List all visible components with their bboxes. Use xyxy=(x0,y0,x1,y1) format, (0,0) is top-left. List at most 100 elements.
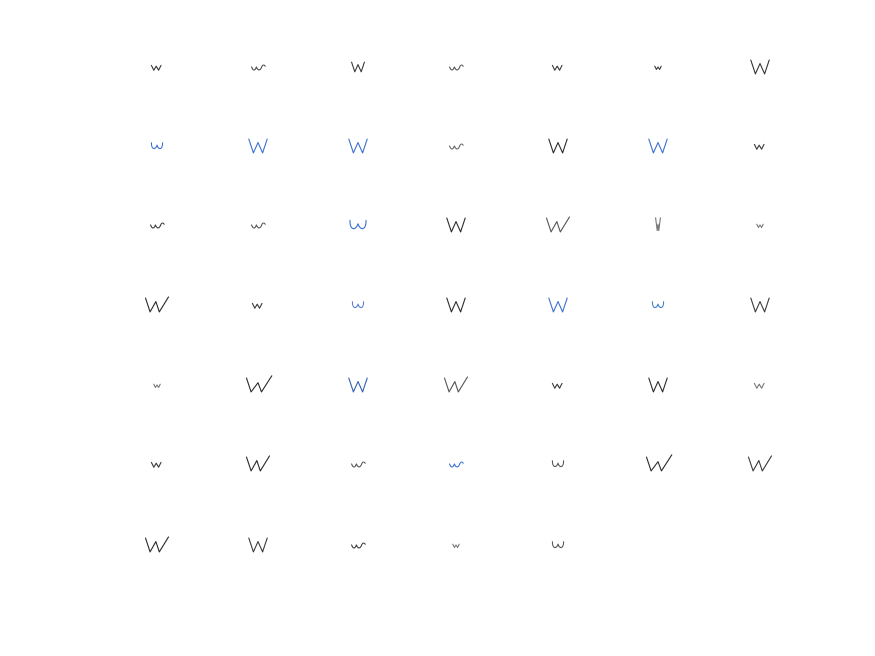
handwritten-w-glyph xyxy=(551,541,565,549)
handwritten-w-glyph xyxy=(750,297,770,313)
handwritten-w-glyph xyxy=(351,461,366,468)
handwritten-w-glyph xyxy=(351,301,365,309)
handwriting-sample xyxy=(730,360,790,410)
glyph-stroke xyxy=(449,143,464,150)
handwriting-sample xyxy=(426,520,486,570)
handwriting-sample xyxy=(127,360,187,410)
glyph-stroke xyxy=(248,138,268,154)
glyph-stroke xyxy=(248,537,268,553)
handwritten-w-glyph xyxy=(548,297,568,313)
handwriting-sample xyxy=(228,520,288,570)
handwritten-w-glyph xyxy=(753,143,765,150)
handwriting-sample xyxy=(127,121,187,171)
handwritten-w-glyph xyxy=(348,138,368,154)
handwritten-w-glyph xyxy=(551,64,563,71)
handwriting-sample xyxy=(426,280,486,330)
handwriting-sample xyxy=(228,280,288,330)
handwriting-sample xyxy=(528,439,588,489)
glyph-stroke xyxy=(153,383,161,388)
handwritten-w-glyph xyxy=(351,61,365,73)
glyph-stroke xyxy=(245,455,271,472)
handwriting-sample xyxy=(228,42,288,92)
glyph-stroke xyxy=(251,222,266,229)
handwriting-sample xyxy=(730,42,790,92)
handwriting-sample xyxy=(426,439,486,489)
glyph-stroke xyxy=(750,59,770,75)
handwriting-sample xyxy=(127,42,187,92)
handwritten-w-glyph xyxy=(551,382,563,389)
handwriting-sample xyxy=(628,42,688,92)
handwriting-sample xyxy=(328,520,388,570)
glyph-stroke xyxy=(150,142,164,150)
handwriting-sample xyxy=(628,280,688,330)
handwriting-sample xyxy=(328,121,388,171)
handwriting-sample xyxy=(127,439,187,489)
handwriting-sample xyxy=(228,439,288,489)
handwriting-sample xyxy=(628,439,688,489)
handwritten-w-glyph xyxy=(545,216,571,233)
glyph-stroke xyxy=(648,377,668,393)
handwriting-sample xyxy=(628,121,688,171)
handwritten-w-glyph xyxy=(349,219,367,230)
glyph-stroke xyxy=(648,138,668,154)
handwriting-sample xyxy=(328,439,388,489)
handwriting-sample xyxy=(528,360,588,410)
handwritten-w-glyph xyxy=(645,454,673,472)
handwriting-sample xyxy=(528,42,588,92)
handwritten-w-glyph xyxy=(654,65,662,70)
handwritten-w-glyph xyxy=(144,296,170,313)
handwritten-w-glyph xyxy=(648,138,668,154)
glyph-stroke xyxy=(551,382,563,389)
glyph-stroke xyxy=(348,377,368,393)
handwriting-sample xyxy=(730,280,790,330)
glyph-stroke xyxy=(551,541,565,549)
handwriting-sample xyxy=(528,280,588,330)
glyph-stroke xyxy=(651,301,665,309)
handwritten-w-glyph xyxy=(750,59,770,75)
glyph-stroke xyxy=(443,376,469,393)
glyph-stroke xyxy=(545,216,571,233)
glyph-stroke xyxy=(351,301,365,309)
glyph-stroke xyxy=(251,64,266,71)
handwritten-w-glyph xyxy=(449,143,464,150)
handwritten-w-glyph xyxy=(648,377,668,393)
handwriting-sample xyxy=(328,280,388,330)
handwritten-w-glyph xyxy=(251,64,266,71)
handwritten-w-glyph xyxy=(144,536,170,553)
glyph-stroke xyxy=(548,138,568,154)
glyph-stroke xyxy=(753,382,765,389)
handwriting-sample xyxy=(127,280,187,330)
handwriting-sample xyxy=(426,42,486,92)
glyph-stroke xyxy=(349,219,367,230)
handwriting-sample xyxy=(628,200,688,250)
glyph-stroke xyxy=(750,297,770,313)
handwritten-w-glyph xyxy=(150,142,164,150)
handwriting-sample xyxy=(426,121,486,171)
glyph-stroke xyxy=(144,536,170,553)
handwriting-sample xyxy=(426,200,486,250)
glyph-stroke xyxy=(150,64,162,71)
handwritten-w-glyph xyxy=(251,302,263,309)
handwritten-w-glyph xyxy=(150,64,162,71)
handwriting-sample xyxy=(328,360,388,410)
glyph-stroke xyxy=(551,64,563,71)
handwritten-w-glyph xyxy=(351,542,366,549)
glyph-stroke xyxy=(548,297,568,313)
glyph-stroke xyxy=(747,455,773,472)
glyph-stroke xyxy=(446,217,466,233)
handwritten-w-glyph xyxy=(452,543,460,548)
glyph-stroke xyxy=(251,302,263,309)
glyph-stroke xyxy=(351,461,366,468)
handwriting-sample xyxy=(328,200,388,250)
glyph-stroke xyxy=(150,461,162,468)
glyph-stroke xyxy=(753,143,765,150)
handwriting-sample xyxy=(528,200,588,250)
glyph-stroke xyxy=(654,65,662,70)
glyph-stroke xyxy=(655,217,661,232)
handwriting-sample xyxy=(730,439,790,489)
handwriting-sample xyxy=(730,121,790,171)
handwriting-sample xyxy=(328,42,388,92)
handwritten-w-sample-grid xyxy=(0,0,875,656)
glyph-stroke xyxy=(645,454,673,472)
glyph-stroke xyxy=(756,223,764,228)
